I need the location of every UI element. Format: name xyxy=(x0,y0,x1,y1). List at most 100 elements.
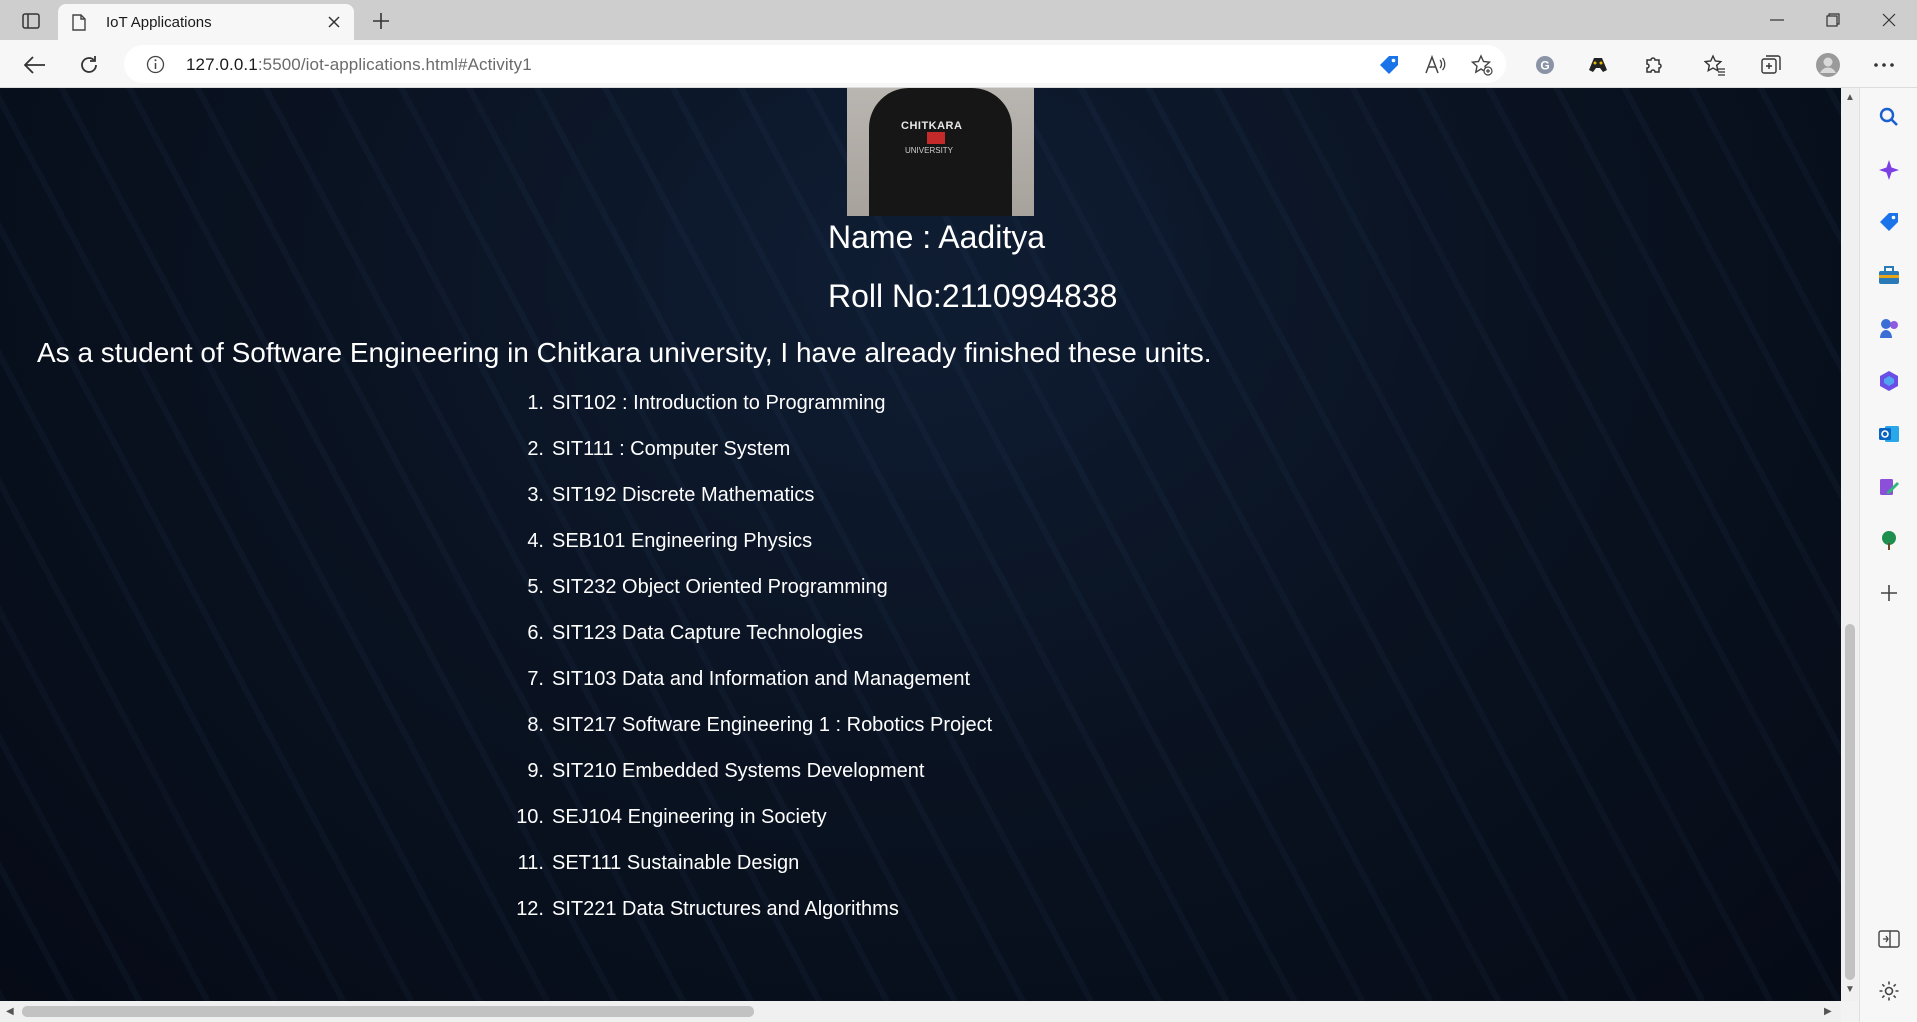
split-screen-icon[interactable] xyxy=(1877,927,1901,951)
tree-icon[interactable] xyxy=(1877,528,1901,552)
extensions-button[interactable] xyxy=(1639,50,1669,80)
list-item-text: SIT103 Data and Information and Manageme… xyxy=(552,668,971,690)
copilot-icon[interactable] xyxy=(1877,158,1901,182)
outlook-icon[interactable] xyxy=(1877,422,1901,446)
tab-close-button[interactable] xyxy=(324,12,344,32)
favorites-icon xyxy=(1704,54,1725,76)
photo-logo-subtext: UNIVERSITY xyxy=(905,146,954,155)
list-item-number: 4. xyxy=(527,530,544,552)
add-icon[interactable] xyxy=(1877,581,1901,605)
collections-button[interactable] xyxy=(1756,50,1786,80)
tab-actions-icon xyxy=(22,13,40,29)
student-roll-number: Roll No:2110994838 xyxy=(828,278,1118,314)
list-item-text: SIT102 : Introduction to Programming xyxy=(552,392,886,414)
office-icon[interactable] xyxy=(1877,369,1901,393)
vertical-scrollbar[interactable]: ▲ ▼ xyxy=(1841,88,1859,1001)
read-aloud-icon xyxy=(1425,55,1446,74)
star-add-icon xyxy=(1471,54,1493,76)
shopping-tag-button[interactable] xyxy=(1378,54,1400,76)
read-aloud-button[interactable] xyxy=(1424,54,1446,76)
site-info-icon xyxy=(146,55,165,74)
tab-title: IoT Applications xyxy=(106,14,212,31)
restore-icon xyxy=(1826,13,1840,27)
minimize-button[interactable] xyxy=(1749,0,1805,40)
list-item-text: SIT221 Data Structures and Algorithms xyxy=(552,898,899,920)
student-name: Name : Aaditya xyxy=(828,219,1045,255)
back-arrow-icon xyxy=(24,56,45,74)
list-item-text: SEJ104 Engineering in Society xyxy=(552,806,827,828)
tab-actions-button[interactable] xyxy=(14,8,48,34)
list-item-text: SIT123 Data Capture Technologies xyxy=(552,622,863,644)
extension-g-button[interactable]: G xyxy=(1530,50,1560,80)
plus-icon xyxy=(373,13,389,29)
horizontal-scrollbar-thumb[interactable] xyxy=(22,1006,754,1017)
minimize-icon xyxy=(1770,19,1784,21)
photo-logo-text: CHITKARA xyxy=(901,120,963,132)
svg-text:G: G xyxy=(1540,59,1549,73)
list-item-number: 1. xyxy=(527,392,544,414)
settings-more-button[interactable] xyxy=(1869,50,1899,80)
list-item-number: 8. xyxy=(527,714,544,736)
add-favorite-button[interactable] xyxy=(1471,54,1493,76)
restore-button[interactable] xyxy=(1805,0,1861,40)
list-item-text: SEB101 Engineering Physics xyxy=(552,530,813,552)
tag-icon[interactable] xyxy=(1877,210,1901,234)
more-icon xyxy=(1874,63,1894,67)
new-tab-button[interactable] xyxy=(368,8,394,34)
toolbox-icon[interactable] xyxy=(1877,263,1901,287)
intro-text: As a student of Software Engineering in … xyxy=(37,337,1212,368)
close-icon xyxy=(328,16,340,28)
search-icon[interactable] xyxy=(1877,105,1901,129)
profile-photo: CHITKARA UNIVERSITY xyxy=(847,88,1034,216)
tag-icon xyxy=(1380,56,1398,74)
designer-icon[interactable] xyxy=(1877,475,1901,499)
favorites-button[interactable] xyxy=(1700,50,1730,80)
puzzle-icon xyxy=(1646,57,1662,73)
gamepad-icon xyxy=(1589,58,1607,72)
url-host: 127.0.0.1 xyxy=(186,55,258,74)
refresh-button[interactable] xyxy=(74,50,104,80)
list-item-number: 2. xyxy=(527,438,544,460)
list-item-text: SIT217 Software Engineering 1 : Robotics… xyxy=(552,714,993,736)
scroll-down-arrow-icon[interactable]: ▼ xyxy=(1845,984,1855,995)
extension-game-button[interactable] xyxy=(1583,50,1613,80)
list-item-number: 10. xyxy=(516,806,544,828)
url-path: :5500/iot-applications.html#Activity1 xyxy=(257,55,532,74)
list-item-number: 7. xyxy=(527,668,544,690)
list-item-text: SIT232 Object Oriented Programming xyxy=(552,576,888,598)
list-item-number: 9. xyxy=(527,760,544,782)
g-extension-icon: G xyxy=(1536,56,1554,74)
list-item-text: SIT111 : Computer System xyxy=(552,438,791,460)
back-button[interactable] xyxy=(20,50,50,80)
scroll-left-arrow-icon[interactable]: ◀ xyxy=(6,1006,14,1017)
vertical-scrollbar-thumb[interactable] xyxy=(1845,624,1855,980)
refresh-icon xyxy=(81,56,97,73)
browser-toolbar: 127.0.0.1:5500/iot-applications.html#Act… xyxy=(0,40,1917,88)
list-item-text: SIT210 Embedded Systems Development xyxy=(552,760,925,782)
games-icon[interactable] xyxy=(1877,316,1901,340)
address-bar[interactable]: 127.0.0.1:5500/iot-applications.html#Act… xyxy=(124,45,1506,83)
page-favicon-icon xyxy=(72,14,86,31)
settings-icon[interactable] xyxy=(1877,979,1901,1003)
list-item-text: SIT192 Discrete Mathematics xyxy=(552,484,815,506)
edge-sidebar xyxy=(1859,88,1917,1022)
list-item-number: 3. xyxy=(527,484,544,506)
tab-iot-applications[interactable]: IoT Applications xyxy=(58,4,354,40)
scroll-right-arrow-icon[interactable]: ▶ xyxy=(1824,1006,1832,1017)
list-item-text: SET111 Sustainable Design xyxy=(552,852,800,874)
close-icon xyxy=(1882,13,1896,27)
horizontal-scrollbar[interactable]: ◀ ▶ xyxy=(0,1001,1841,1022)
list-item-number: 11. xyxy=(517,852,544,874)
collections-icon xyxy=(1761,55,1781,74)
window-close-button[interactable] xyxy=(1861,0,1917,40)
list-item-number: 6. xyxy=(527,622,544,644)
page-content: CHITKARA UNIVERSITY Name : Aaditya Roll … xyxy=(0,88,1841,1001)
tab-strip: IoT Applications xyxy=(0,0,1917,40)
profile-button[interactable] xyxy=(1813,50,1843,80)
photo-logo-mark xyxy=(927,132,945,144)
avatar-icon xyxy=(1816,53,1840,77)
scroll-up-arrow-icon[interactable]: ▲ xyxy=(1845,92,1855,103)
url-text: 127.0.0.1:5500/iot-applications.html#Act… xyxy=(186,55,532,75)
list-item-number: 12. xyxy=(516,898,544,920)
list-item-number: 5. xyxy=(527,576,544,598)
